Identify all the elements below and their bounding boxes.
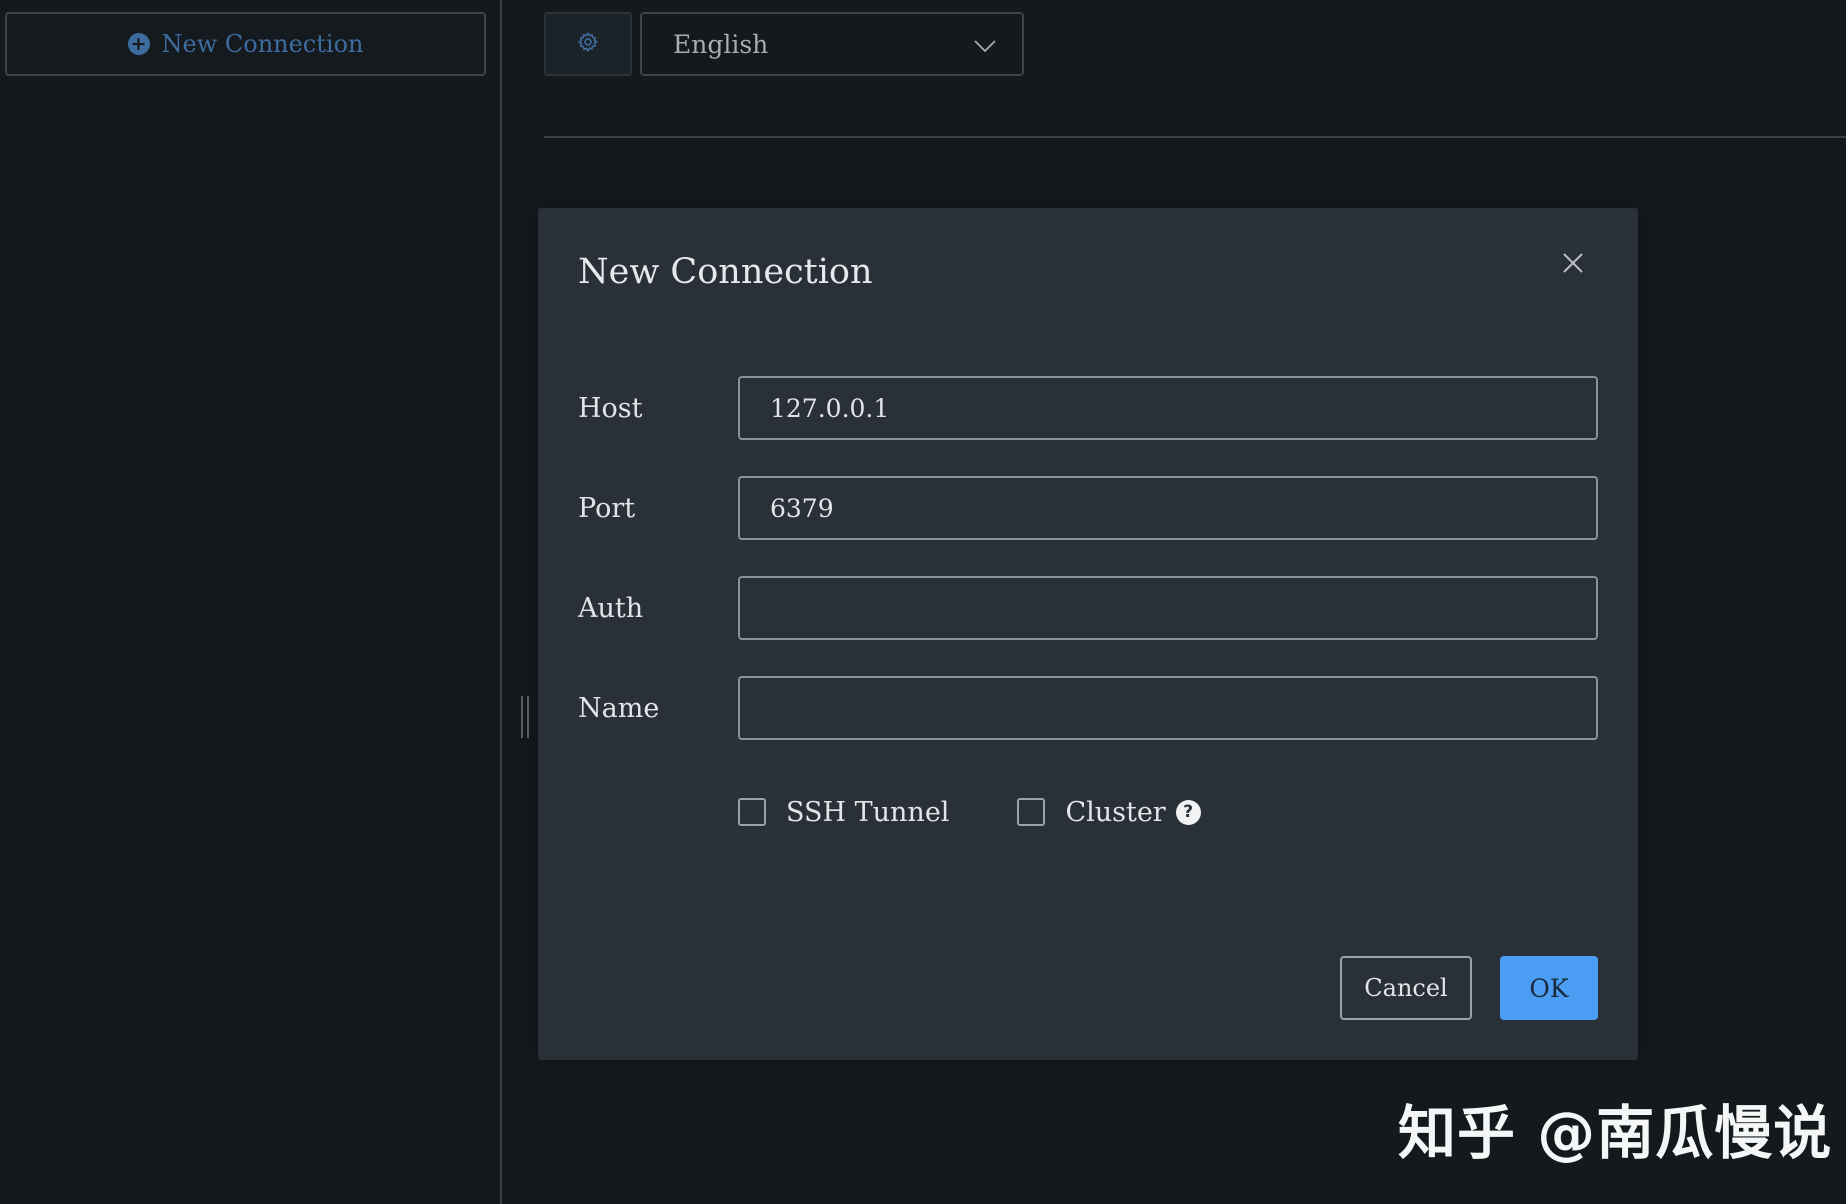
language-selected: English — [673, 29, 769, 59]
options-row: SSH Tunnel Cluster ? — [738, 794, 1201, 830]
cancel-button[interactable]: Cancel — [1340, 956, 1472, 1020]
ssh-tunnel-label: SSH Tunnel — [786, 796, 950, 828]
settings-button[interactable] — [544, 12, 632, 76]
divider — [544, 136, 1846, 138]
cluster-option[interactable]: Cluster — [1017, 796, 1166, 828]
name-input[interactable] — [738, 676, 1598, 740]
plus-circle-icon: + — [127, 33, 150, 55]
auth-input[interactable] — [738, 576, 1598, 640]
ok-button[interactable]: OK — [1500, 956, 1598, 1020]
gear-icon — [577, 31, 599, 57]
ssh-tunnel-option[interactable]: SSH Tunnel — [738, 797, 949, 828]
new-connection-label: New Connection — [161, 30, 364, 58]
auth-row: Auth — [578, 576, 1598, 640]
new-connection-button[interactable]: + New Connection — [5, 12, 486, 76]
port-label: Port — [578, 492, 636, 524]
new-connection-dialog: New Connection Host Port Auth Name — [538, 208, 1638, 1060]
auth-label: Auth — [578, 592, 644, 624]
port-row: Port — [578, 476, 1598, 540]
app-window: + New Connection English New Connection — [0, 0, 1846, 1204]
name-row: Name — [578, 676, 1598, 740]
host-label: Host — [578, 392, 643, 424]
name-label: Name — [578, 692, 660, 724]
chevron-down-icon — [974, 30, 996, 59]
watermark: 知乎 @南瓜慢说 — [1398, 1099, 1833, 1167]
resize-handle[interactable] — [521, 696, 529, 738]
question-circle-icon[interactable]: ? — [1175, 799, 1201, 825]
language-select[interactable]: English — [640, 12, 1024, 76]
ssh-tunnel-checkbox[interactable] — [738, 798, 766, 826]
cluster-checkbox[interactable] — [1017, 798, 1046, 826]
sidebar: + New Connection — [0, 0, 502, 1204]
close-button[interactable] — [1558, 250, 1588, 280]
cluster-label: Cluster — [1065, 796, 1166, 828]
dialog-title: New Connection — [578, 252, 873, 292]
port-input[interactable] — [738, 476, 1598, 540]
host-row: Host — [578, 376, 1598, 440]
close-icon — [1562, 252, 1584, 278]
host-input[interactable] — [738, 376, 1598, 440]
